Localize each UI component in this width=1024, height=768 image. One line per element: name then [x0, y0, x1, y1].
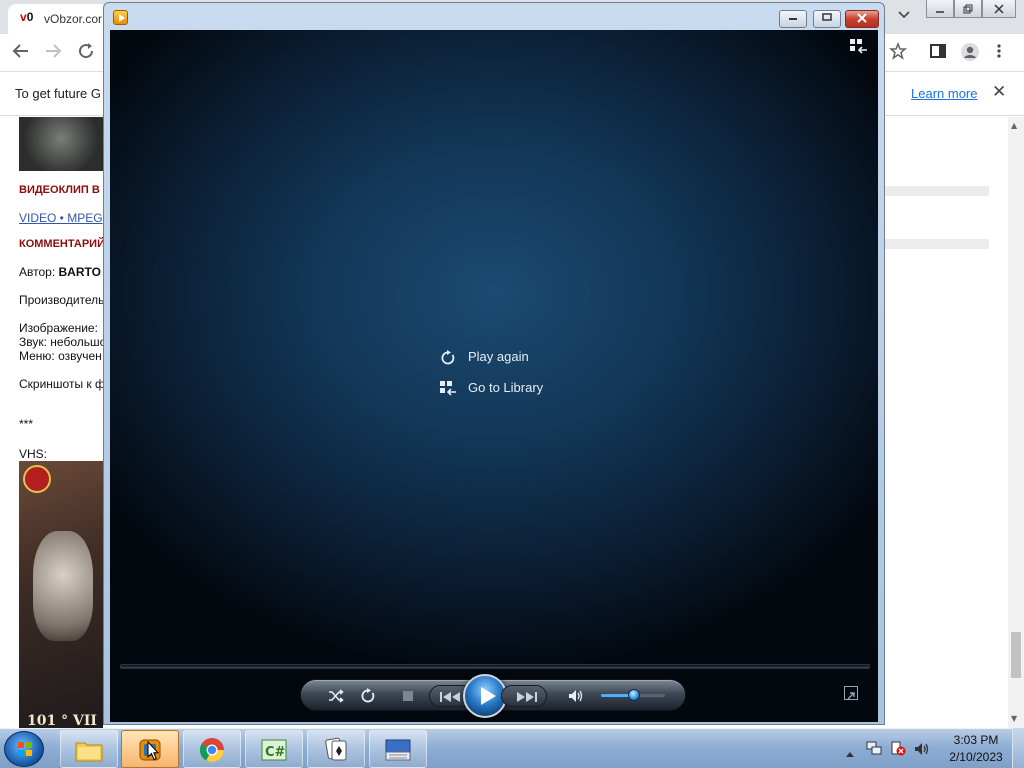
forward-icon[interactable]	[44, 42, 62, 65]
show-desktop-button[interactable]	[1012, 728, 1024, 768]
taskbar-file-explorer[interactable]	[60, 730, 118, 768]
folder-icon	[75, 742, 103, 762]
cover-title: 101 ° VII	[27, 713, 97, 728]
replay-icon	[440, 350, 456, 366]
playback-controls	[300, 674, 686, 718]
action-center-icon[interactable]	[890, 740, 906, 760]
taskbar-solitaire[interactable]	[307, 730, 365, 768]
placeholder-strip	[885, 186, 989, 196]
fullscreen-icon[interactable]	[844, 686, 858, 700]
scroll-thumb[interactable]	[1011, 632, 1021, 678]
cover-portrait	[33, 531, 93, 641]
library-icon	[440, 381, 456, 397]
close-button[interactable]	[845, 10, 879, 28]
chevron-down-icon[interactable]	[898, 8, 910, 22]
thumbnail-image[interactable]	[19, 117, 103, 171]
learn-more-link[interactable]: Learn more	[911, 86, 977, 101]
reload-icon[interactable]	[77, 42, 95, 65]
browser-tab[interactable]: v0 vObzor.cor	[8, 4, 108, 34]
now-playing-area: Play again Go to Library	[110, 30, 878, 722]
previous-icon	[440, 692, 460, 702]
sidebar-icon[interactable]	[929, 42, 947, 65]
cover-badge	[23, 465, 51, 493]
go-to-library-label: Go to Library	[468, 380, 544, 395]
profile-icon[interactable]	[960, 42, 980, 67]
mouse-cursor	[147, 740, 160, 761]
info-bar-text: To get future G	[15, 86, 101, 101]
next-icon	[517, 692, 537, 702]
scroll-down-icon[interactable]: ▼	[1011, 714, 1017, 723]
taskbar-chrome[interactable]	[183, 730, 241, 768]
shuffle-icon[interactable]	[323, 680, 349, 712]
menu-line: Меню: озвучен	[19, 349, 102, 363]
sound-line: Звук: небольшо	[19, 335, 107, 349]
videoclip-heading: ВИДЕОКЛИП В	[19, 184, 100, 196]
media-player-icon	[113, 10, 128, 25]
author-label: Автор:	[19, 265, 59, 279]
keyboard-icon	[385, 739, 411, 761]
comments-heading: КОММЕНТАРИЙ	[19, 238, 105, 250]
taskbar-csharp[interactable]: C#	[245, 730, 303, 768]
csharp-icon: C#	[261, 739, 287, 761]
clock-date[interactable]: 2/10/2023	[946, 750, 1006, 764]
taskbar-keyboard[interactable]	[369, 730, 427, 768]
play-again-label: Play again	[468, 349, 529, 364]
start-button[interactable]	[4, 731, 44, 767]
media-player-window: Play again Go to Library	[103, 2, 885, 725]
close-icon[interactable]: ✕	[992, 82, 1006, 102]
volume-icon[interactable]	[914, 741, 930, 760]
repeat-icon[interactable]	[355, 680, 381, 712]
show-hidden-icons-arrow[interactable]	[845, 743, 855, 762]
vhs-label: VHS:	[19, 447, 48, 461]
browser-close-button[interactable]	[982, 0, 1016, 18]
back-icon[interactable]	[12, 42, 30, 65]
seek-bar[interactable]	[120, 664, 870, 669]
author-name: BARTO	[58, 265, 101, 279]
kebab-menu-icon[interactable]	[996, 42, 1002, 65]
svg-text:C#: C#	[265, 745, 286, 760]
clock-time[interactable]: 3:03 PM	[946, 733, 1006, 747]
minimize-button[interactable]	[779, 10, 807, 28]
tab-title: vObzor.cor	[44, 12, 103, 26]
switch-to-library-icon[interactable]	[850, 39, 868, 55]
next-button[interactable]	[501, 685, 547, 707]
maximize-button[interactable]	[813, 10, 841, 28]
stop-icon[interactable]	[395, 680, 421, 712]
vhs-cover-image[interactable]: 101 ° VII	[19, 461, 103, 728]
author-line: Автор: BARTO	[19, 265, 101, 279]
producer-line: Производитель	[19, 293, 105, 307]
cards-icon	[325, 737, 347, 761]
stars-separator: ***	[19, 417, 34, 431]
volume-icon[interactable]	[563, 680, 589, 712]
chrome-icon	[199, 738, 224, 763]
site-favicon: v0	[20, 10, 34, 24]
network-icon[interactable]	[866, 740, 882, 760]
screenshots-line: Скриншоты к ф	[19, 377, 105, 391]
volume-slider-thumb[interactable]	[628, 689, 640, 701]
scroll-up-icon[interactable]: ▲	[1011, 121, 1017, 130]
page-scrollbar[interactable]: ▲ ▼	[1008, 117, 1024, 728]
placeholder-strip	[885, 239, 989, 249]
image-line: Изображение:	[19, 321, 98, 335]
video-link[interactable]: VIDEO • MPEG	[19, 211, 103, 225]
browser-minimize-button[interactable]	[926, 0, 954, 18]
windows-logo-icon	[18, 742, 32, 756]
browser-restore-button[interactable]	[954, 0, 982, 18]
star-icon[interactable]	[889, 41, 907, 65]
